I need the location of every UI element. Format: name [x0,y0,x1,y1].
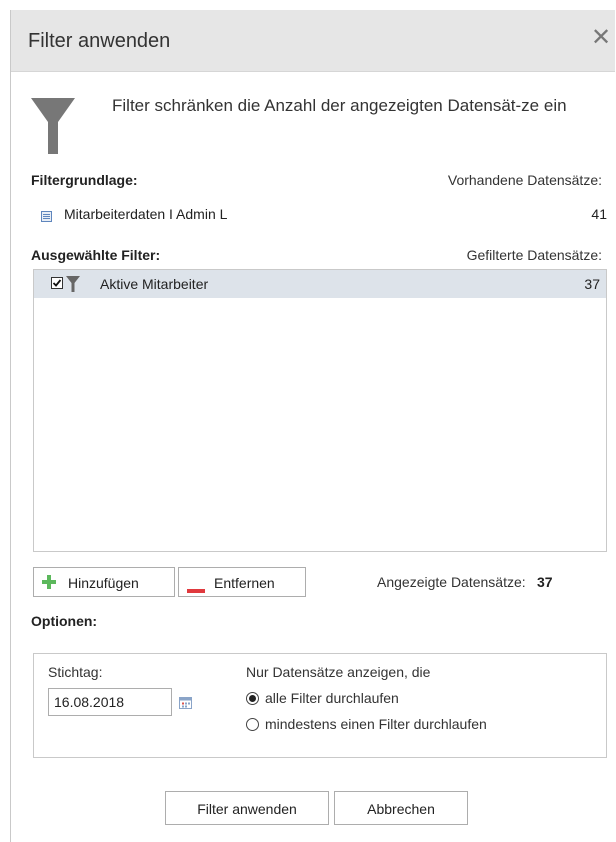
funnel-icon [66,276,80,295]
selected-filters-list[interactable]: Aktive Mitarbeiter 37 [33,269,607,552]
cancel-button[interactable]: Abbrechen [334,791,468,825]
funnel-icon [31,98,75,159]
close-icon[interactable]: ✕ [589,24,613,52]
shown-records-label: Angezeigte Datensätze: [377,574,526,590]
filtered-records-header: Gefilterte Datensätze: [466,247,602,263]
add-filter-label: Hinzufügen [68,575,139,591]
radio-button-all[interactable] [246,692,259,705]
radio-button-any[interactable] [246,718,259,731]
shown-records-value: 37 [537,574,553,590]
apply-filter-label: Filter anwenden [197,801,297,817]
filter-count: 37 [584,276,600,292]
selected-filters-label: Ausgewählte Filter: [31,247,161,263]
add-filter-button[interactable]: Hinzufügen [33,567,175,597]
calendar-icon[interactable] [179,696,192,714]
date-input[interactable] [48,688,172,716]
filter-base-name: Mitarbeiterdaten I Admin L [64,206,228,222]
minus-icon [187,580,205,596]
only-records-label: Nur Datensätze anzeigen, die [246,664,431,680]
remove-filter-button[interactable]: Entfernen [178,567,306,597]
apply-filter-button[interactable]: Filter anwenden [165,791,329,825]
radio-all-label: alle Filter durchlaufen [265,690,399,706]
filter-base-item: Mitarbeiterdaten I Admin L 41 [41,206,607,226]
document-icon [41,209,52,225]
dialog-titlebar: Filter anwenden ✕ [11,10,615,72]
options-label: Optionen: [31,613,98,629]
date-label: Stichtag: [48,664,103,680]
options-panel: Stichtag: Nur Datensätze anzeigen, die a… [33,653,607,758]
filter-base-count: 41 [591,206,607,222]
filter-dialog: Filter anwenden ✕ Filter schränken die A… [10,10,615,842]
list-item[interactable]: Aktive Mitarbeiter 37 [34,270,606,298]
remove-filter-label: Entfernen [214,575,275,591]
plus-icon [42,575,56,592]
dialog-title: Filter anwenden [28,30,171,52]
filter-name: Aktive Mitarbeiter [100,276,209,292]
cancel-label: Abbrechen [367,801,435,817]
available-records-header: Vorhandene Datensätze: [447,172,602,188]
radio-any-label: mindestens einen Filter durchlaufen [265,716,487,732]
filter-checkbox[interactable] [51,277,63,289]
intro-text: Filter schränken die Anzahl der angezeig… [112,96,567,115]
filter-base-label: Filtergrundlage: [31,172,138,188]
